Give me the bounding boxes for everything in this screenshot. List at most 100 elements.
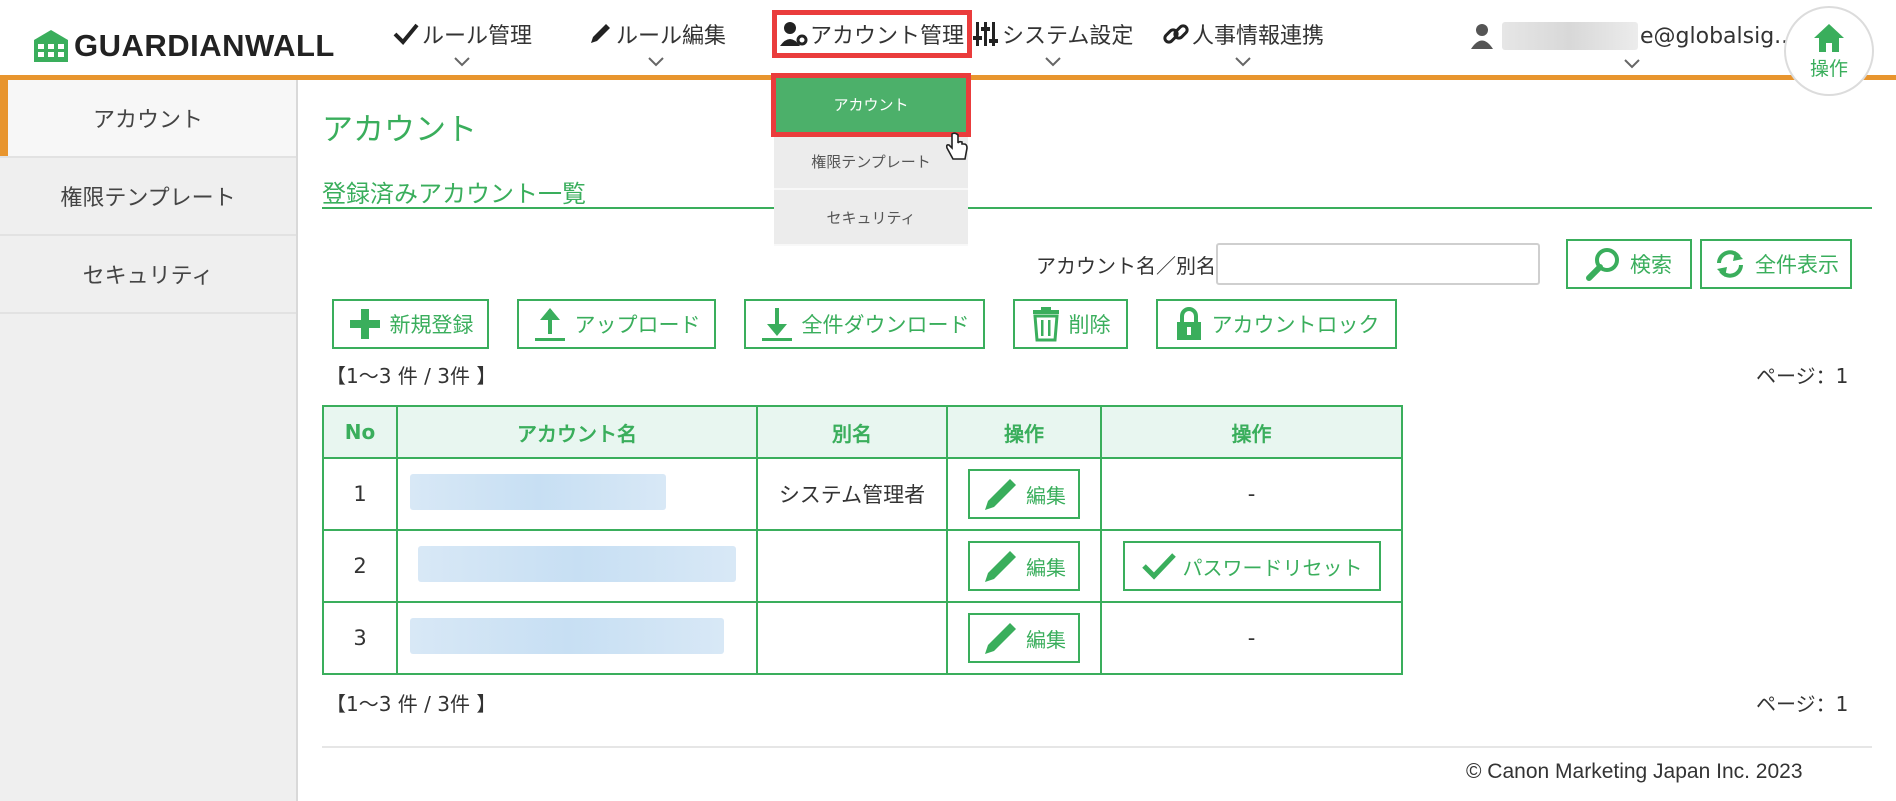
result-count-bottom: 【1～3 件 / 3件 】	[326, 692, 497, 716]
nav-account-management[interactable]: アカウント管理	[771, 10, 973, 72]
edit-button[interactable]: 編集	[968, 541, 1080, 591]
check-icon	[393, 23, 419, 45]
nav-label: システム設定	[1002, 24, 1134, 49]
user-gear-icon	[780, 22, 808, 46]
row-extra: パスワードリセット	[1100, 529, 1403, 603]
download-icon	[761, 308, 792, 341]
search-button[interactable]: 検索	[1566, 239, 1692, 289]
nav-rule-management[interactable]: ルール管理	[392, 14, 532, 72]
chevron-down-icon	[648, 57, 664, 67]
dropdown-item-account[interactable]: アカウント	[771, 73, 971, 137]
new-registration-button[interactable]: 新規登録	[332, 299, 489, 349]
nav-system-settings[interactable]: システム設定	[972, 14, 1133, 72]
col-action: 操作	[946, 405, 1102, 459]
refresh-icon	[1717, 250, 1743, 278]
section-divider	[322, 207, 1872, 209]
col-no: No	[322, 405, 398, 459]
pencil-icon	[985, 551, 1016, 582]
account-lock-button[interactable]: アカウントロック	[1156, 299, 1397, 349]
download-all-button[interactable]: 全件ダウンロード	[744, 299, 985, 349]
row-account-name	[396, 601, 758, 675]
result-count-top: 【1～3 件 / 3件 】	[326, 364, 497, 388]
dropdown-item-permission-template[interactable]: 権限テンプレート	[774, 134, 968, 190]
edit-button[interactable]: 編集	[968, 469, 1080, 519]
masked-account-name	[410, 473, 666, 510]
masked-username	[1502, 22, 1638, 50]
row-account-name	[396, 529, 758, 603]
nav-rule-edit[interactable]: ルール編集	[586, 14, 726, 72]
edit-label: 編集	[1026, 483, 1066, 508]
sidebar-item-account[interactable]: アカウント	[0, 80, 296, 158]
table-row: 1 システム管理者 編集 -	[322, 457, 1403, 531]
row-alias	[756, 529, 948, 603]
trash-icon	[1032, 307, 1059, 342]
search-label: アカウント名／別名	[1036, 254, 1216, 278]
home-button[interactable]: 操作	[1784, 6, 1874, 96]
account-lock-label: アカウントロック	[1211, 313, 1380, 337]
upload-label: アップロード	[574, 313, 701, 337]
plus-icon	[349, 309, 380, 339]
show-all-label: 全件表示	[1755, 253, 1839, 277]
chevron-down-icon	[1235, 57, 1251, 67]
sliders-icon	[973, 22, 998, 46]
row-action: 編集	[946, 457, 1102, 531]
password-reset-button[interactable]: パスワードリセット	[1122, 541, 1381, 591]
check-icon	[1141, 553, 1176, 580]
delete-button[interactable]: 削除	[1013, 299, 1128, 349]
dropdown-item-security[interactable]: セキュリティ	[774, 190, 968, 246]
sidebar: アカウント 権限テンプレート セキュリティ	[0, 80, 298, 801]
pencil-icon	[985, 623, 1016, 654]
user-icon	[1471, 24, 1493, 49]
nav-hr-integration[interactable]: 人事情報連携	[1162, 14, 1324, 72]
nav-label: ルール編集	[616, 24, 727, 49]
row-no: 2	[322, 529, 398, 603]
row-action: 編集	[946, 529, 1102, 603]
page-indicator-top: ページ：1	[1756, 364, 1849, 388]
hand-cursor-icon	[945, 132, 968, 160]
row-account-name	[396, 457, 758, 531]
row-no: 1	[322, 457, 398, 531]
masked-account-name	[418, 545, 736, 582]
user-email: e@globalsig...	[1640, 23, 1796, 49]
pencil-icon	[591, 24, 610, 43]
account-table: No アカウント名 別名 操作 操作 1 システム管理者 編集 - 2 編集 パ…	[322, 405, 1403, 675]
top-header: GUARDIANWALL ルール管理 ルール編集 アカウント管理 システム設定	[0, 0, 1896, 80]
nav-label: アカウント管理	[810, 24, 965, 49]
copyright: © Canon Marketing Japan Inc. 2023	[1466, 760, 1803, 783]
row-action: 編集	[946, 601, 1102, 675]
account-management-dropdown: アカウント 権限テンプレート セキュリティ	[771, 73, 971, 246]
row-alias: システム管理者	[756, 457, 948, 531]
page-title: アカウント	[322, 112, 477, 148]
user-menu[interactable]: e@globalsig...	[1468, 16, 1795, 74]
upload-button[interactable]: アップロード	[517, 299, 716, 349]
page-indicator-bottom: ページ：1	[1756, 692, 1849, 716]
table-row: 3 編集 -	[322, 601, 1403, 675]
sidebar-item-security[interactable]: セキュリティ	[0, 236, 296, 314]
search-icon	[1586, 248, 1619, 281]
show-all-button[interactable]: 全件表示	[1700, 239, 1852, 289]
chevron-down-icon	[1623, 59, 1640, 69]
chevron-down-icon	[1044, 57, 1061, 67]
pencil-icon	[985, 479, 1016, 510]
link-icon	[1163, 24, 1189, 44]
edit-label: 編集	[1026, 555, 1066, 580]
row-no: 3	[322, 601, 398, 675]
nav-label: 人事情報連携	[1192, 24, 1325, 49]
table-header-row: No アカウント名 別名 操作 操作	[322, 405, 1403, 459]
table-row: 2 編集 パスワードリセット	[322, 529, 1403, 603]
row-extra: -	[1100, 457, 1403, 531]
sidebar-item-permission-template[interactable]: 権限テンプレート	[0, 158, 296, 236]
password-reset-label: パスワードリセット	[1182, 555, 1363, 580]
search-button-label: 検索	[1630, 253, 1672, 277]
upload-icon	[534, 308, 565, 341]
home-icon	[1814, 23, 1844, 52]
new-label: 新規登録	[389, 313, 474, 337]
search-input[interactable]	[1216, 243, 1540, 285]
masked-account-name	[410, 617, 724, 654]
section-title: 登録済みアカウント一覧	[322, 180, 586, 208]
edit-button[interactable]: 編集	[968, 613, 1080, 663]
col-alias: 別名	[756, 405, 948, 459]
guardianwall-logo[interactable]: GUARDIANWALL	[34, 28, 335, 64]
chevron-down-icon	[454, 57, 470, 67]
footer-divider	[322, 746, 1872, 748]
